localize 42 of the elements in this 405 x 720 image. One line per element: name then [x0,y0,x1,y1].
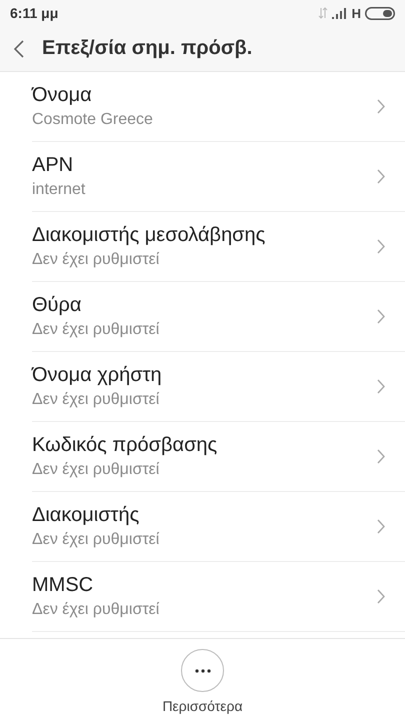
setting-item[interactable]: Κωδικός πρόσβασης Δεν έχει ρυθμιστεί [32,422,405,492]
setting-item[interactable]: Διακομιστής μεσολάβησης Δεν έχει ρυθμιστεί [32,212,405,282]
setting-value: Δεν έχει ρυθμιστεί [32,321,160,339]
setting-value: Δεν έχει ρυθμιστεί [32,531,160,549]
battery-icon [365,6,395,20]
setting-title: MMSC [32,574,94,597]
chevron-icon [377,449,385,464]
data-arrows-icon [318,7,328,19]
setting-value: Δεν έχει ρυθμιστεί [32,461,160,479]
setting-value: Δεν έχει ρυθμιστεί [32,251,160,269]
chevron-icon [377,519,385,534]
setting-title: Διακομιστής [32,504,140,527]
more-icon [194,668,210,672]
setting-value: Δεν έχει ρυθμιστεί [32,601,160,619]
setting-value: Cosmote Greece [32,111,154,129]
chevron-icon [377,99,385,114]
back-icon [14,40,24,58]
network-type: H [352,6,361,20]
setting-item[interactable]: Όνομα χρήστη Δεν έχει ρυθμιστεί [32,352,405,422]
setting-item[interactable]: APN internet [32,142,405,212]
chevron-icon [377,309,385,324]
setting-item[interactable]: MMSC Δεν έχει ρυθμιστεί [32,562,405,632]
setting-title: Διακομιστής μεσολάβησης [32,224,266,247]
setting-title: Θύρα [32,294,82,317]
chevron-icon [377,589,385,604]
back-button[interactable] [14,40,24,58]
setting-title: Κωδικός πρόσβασης [32,434,218,457]
setting-value: internet [32,181,86,199]
more-label: Περισσότερα [162,698,243,714]
setting-item[interactable]: Διακομιστής Δεν έχει ρυθμιστεί [32,492,405,562]
chevron-icon [377,169,385,184]
setting-value: Δεν έχει ρυθμιστεί [32,391,160,409]
setting-title: APN [32,154,74,177]
setting-item[interactable]: Θύρα Δεν έχει ρυθμιστεί [32,282,405,352]
chevron-icon [377,239,385,254]
chevron-icon [377,379,385,394]
signal-icon [332,8,348,18]
setting-title: Όνομα [32,84,93,107]
screen-title: Επεξ/σία σημ. πρόσβ. [42,37,252,60]
status-time: 6:11 μμ [10,5,58,21]
setting-item[interactable]: Όνομα Cosmote Greece [32,72,405,142]
setting-title: Όνομα χρήστη [32,364,163,387]
